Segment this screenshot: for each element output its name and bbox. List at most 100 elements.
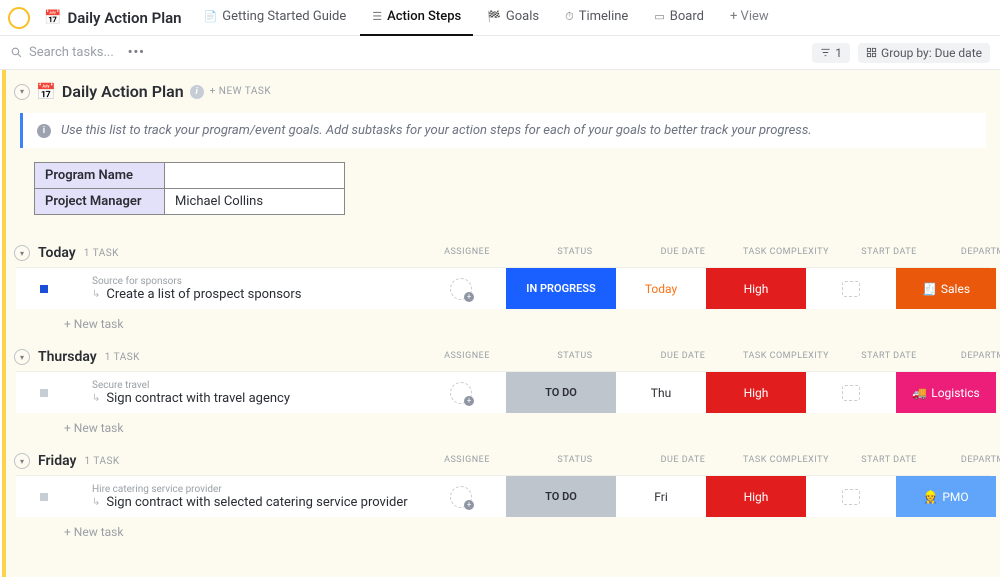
task-group: ▾ Today 1 TASK ASSIGNEE STATUS DUE DATE … — [6, 245, 1000, 331]
tab-label: Timeline — [579, 9, 629, 24]
col-assignee: ASSIGNEE — [422, 455, 512, 469]
assignee-cell[interactable] — [416, 268, 506, 309]
task-name-cell[interactable]: Hire catering service provider ↳ Sign co… — [16, 476, 416, 517]
department-badge: 🧾Sales — [896, 268, 996, 309]
doc-icon: 📄 — [204, 10, 218, 23]
groupby-chip[interactable]: Group by: Due date — [858, 43, 990, 63]
parent-task-label[interactable]: Hire catering service provider — [62, 484, 222, 495]
complexity-cell[interactable]: High — [706, 372, 806, 413]
col-dept: DEPARTMENT — [942, 247, 1000, 261]
status-badge: IN PROGRESS — [506, 268, 616, 309]
complexity-cell[interactable]: High — [706, 268, 806, 309]
task-name-cell[interactable]: Secure travel ↳ Sign contract with trave… — [16, 372, 416, 413]
info-banner: i Use this list to track your program/ev… — [20, 113, 986, 148]
groupby-label: Group by: Due date — [881, 46, 982, 60]
filter-chip[interactable]: 1 — [812, 43, 850, 63]
page-body: ▾ 📅 Daily Action Plan i + NEW TASK i Use… — [2, 70, 1000, 577]
status-dot-icon[interactable] — [40, 493, 48, 501]
col-start: START DATE — [844, 247, 934, 261]
col-status: STATUS — [520, 455, 630, 469]
col-status: STATUS — [520, 247, 630, 261]
collapse-toggle[interactable]: ▾ — [14, 84, 30, 100]
status-cell[interactable]: TO DO — [506, 372, 616, 413]
add-view-button[interactable]: + View — [718, 0, 781, 36]
meta-val-pm[interactable]: Michael Collins — [165, 189, 345, 215]
col-start: START DATE — [844, 351, 934, 365]
tab-goals[interactable]: 🏁 Goals — [475, 0, 551, 36]
tab-getting-started[interactable]: 📄 Getting Started Guide — [192, 0, 359, 36]
dept-emoji-icon: 👷 — [923, 490, 938, 504]
toolbar: Search tasks... ••• 1 Group by: Due date — [0, 36, 1000, 70]
task-name: Sign contract with selected catering ser… — [106, 495, 407, 510]
col-due: DUE DATE — [638, 455, 728, 469]
more-options-button[interactable]: ••• — [128, 45, 145, 60]
complexity-badge: High — [706, 476, 806, 517]
department-cell[interactable]: 🧾Sales — [896, 268, 996, 309]
section-header: ▾ 📅 Daily Action Plan i + NEW TASK — [6, 70, 1000, 109]
start-date-cell[interactable] — [806, 372, 896, 413]
date-picker-icon[interactable] — [842, 385, 860, 401]
department-cell[interactable]: 👷PMO — [896, 476, 996, 517]
collapse-toggle[interactable]: ▾ — [14, 349, 30, 365]
task-group: ▾ Thursday 1 TASK ASSIGNEE STATUS DUE DA… — [6, 349, 1000, 435]
tab-label: Action Steps — [387, 9, 461, 24]
add-assignee-icon[interactable] — [450, 278, 472, 300]
status-dot-icon[interactable] — [40, 285, 48, 293]
complexity-cell[interactable]: High — [706, 476, 806, 517]
task-row[interactable]: Hire catering service provider ↳ Sign co… — [16, 475, 990, 517]
col-due: DUE DATE — [638, 247, 728, 261]
department-cell[interactable]: 🚚Logistics — [896, 372, 996, 413]
meta-val-program[interactable] — [165, 163, 345, 189]
group-name[interactable]: Friday — [38, 453, 76, 469]
status-badge: TO DO — [506, 476, 616, 517]
brand-logo[interactable] — [8, 7, 30, 29]
info-icon[interactable]: i — [190, 85, 204, 99]
due-date-cell[interactable]: Today — [616, 268, 706, 309]
due-date-cell[interactable]: Fri — [616, 476, 706, 517]
add-assignee-icon[interactable] — [450, 382, 472, 404]
due-date-cell[interactable]: Thu — [616, 372, 706, 413]
task-count: 1 TASK — [105, 352, 140, 363]
tab-action-steps[interactable]: ☰ Action Steps — [360, 0, 473, 36]
info-banner-text: Use this list to track your program/even… — [61, 123, 812, 138]
parent-task-label[interactable]: Secure travel — [62, 380, 149, 391]
status-cell[interactable]: IN PROGRESS — [506, 268, 616, 309]
add-view-label: + View — [730, 9, 769, 24]
tab-board[interactable]: ▭ Board — [642, 0, 716, 36]
new-task-button[interactable]: + New task — [16, 413, 990, 435]
meta-table: Program Name Project Manager Michael Col… — [34, 162, 345, 215]
group-header: ▾ Today 1 TASK ASSIGNEE STATUS DUE DATE … — [6, 245, 1000, 267]
new-task-button[interactable]: + New task — [16, 309, 990, 331]
tab-timeline[interactable]: ⏱ Timeline — [553, 0, 640, 36]
task-row[interactable]: Secure travel ↳ Sign contract with trave… — [16, 371, 990, 413]
start-date-cell[interactable] — [806, 268, 896, 309]
group-header: ▾ Thursday 1 TASK ASSIGNEE STATUS DUE DA… — [6, 349, 1000, 371]
search-input[interactable]: Search tasks... — [10, 45, 114, 60]
department-badge: 🚚Logistics — [896, 372, 996, 413]
add-assignee-icon[interactable] — [450, 486, 472, 508]
col-assignee: ASSIGNEE — [422, 351, 512, 365]
date-picker-icon[interactable] — [842, 281, 860, 297]
group-name[interactable]: Thursday — [38, 349, 97, 365]
info-icon: i — [37, 124, 51, 138]
status-dot-icon[interactable] — [40, 389, 48, 397]
task-row[interactable]: Source for sponsors ↳ Create a list of p… — [16, 267, 990, 309]
page-title-tab[interactable]: 📅 Daily Action Plan — [36, 9, 190, 27]
col-complexity: TASK COMPLEXITY — [736, 455, 836, 469]
status-cell[interactable]: TO DO — [506, 476, 616, 517]
assignee-cell[interactable] — [416, 476, 506, 517]
start-date-cell[interactable] — [806, 476, 896, 517]
new-task-button[interactable]: + NEW TASK — [210, 86, 271, 97]
parent-task-label[interactable]: Source for sponsors — [62, 276, 182, 287]
new-task-button[interactable]: + New task — [16, 517, 990, 539]
collapse-toggle[interactable]: ▾ — [14, 453, 30, 469]
assignee-cell[interactable] — [416, 372, 506, 413]
task-count: 1 TASK — [84, 456, 119, 467]
group-name[interactable]: Today — [38, 245, 76, 261]
task-name-cell[interactable]: Source for sponsors ↳ Create a list of p… — [16, 268, 416, 309]
collapse-toggle[interactable]: ▾ — [14, 245, 30, 261]
section-title[interactable]: 📅 Daily Action Plan — [36, 82, 184, 101]
date-picker-icon[interactable] — [842, 489, 860, 505]
col-due: DUE DATE — [638, 351, 728, 365]
subtask-icon: ↳ — [92, 497, 100, 508]
